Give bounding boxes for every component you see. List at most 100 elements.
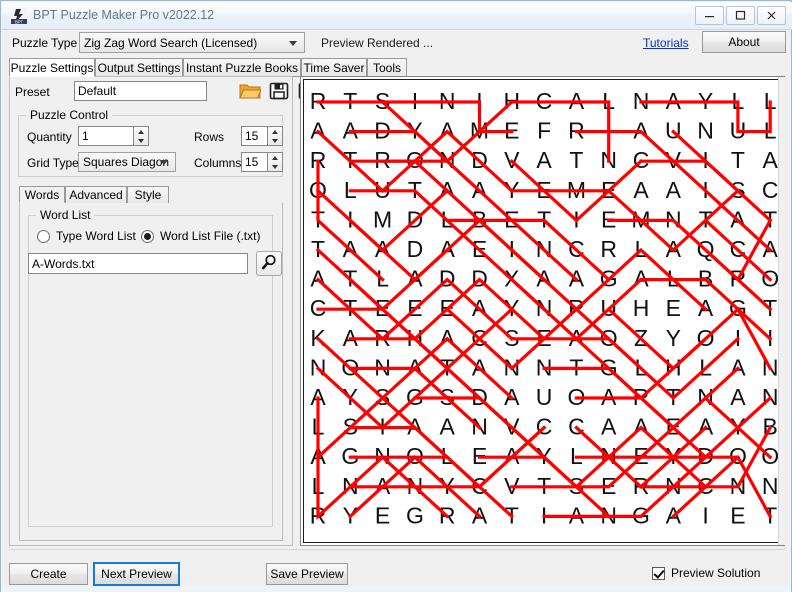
preview-status-text: Preview Rendered ... (321, 36, 433, 50)
about-button[interactable]: About (702, 31, 786, 53)
quantity-value[interactable]: 1 (78, 126, 133, 146)
grid-type-select[interactable]: Squares Diagon (78, 152, 176, 172)
grid-letter: E (666, 295, 681, 321)
columns-label: Columns (194, 156, 241, 170)
columns-value[interactable]: 15 (241, 152, 267, 172)
rows-label: Rows (194, 130, 224, 144)
application-window: BPT BPT Puzzle Maker Pro v2022.12 Puzzle… (0, 0, 792, 592)
columns-stepper[interactable]: 15 (241, 152, 283, 172)
preview-solution-checkbox[interactable]: Preview Solution (652, 566, 760, 580)
puzzle-type-value: Zig Zag Word Search (Licensed) (84, 36, 257, 50)
app-icon: BPT (11, 8, 27, 24)
grid-type-label: Grid Type (27, 156, 79, 170)
tab-puzzle-settings[interactable]: Puzzle Settings (9, 58, 95, 77)
open-preset-button[interactable] (237, 80, 262, 104)
word-search-grid: RTSINIHCALNAYLLAADYAMEFRIAUNULRTRONDVATN… (304, 80, 781, 542)
grid-letter: N (697, 118, 714, 144)
grid-letter: H (633, 295, 650, 321)
status-bar (1, 586, 791, 592)
quantity-spin-buttons[interactable] (133, 126, 149, 146)
puzzle-type-label: Puzzle Type (12, 36, 77, 50)
word-list-file-input[interactable]: A-Words.txt (28, 253, 248, 274)
close-button[interactable] (757, 6, 786, 25)
rows-increment-icon[interactable] (268, 127, 282, 136)
grid-letter: T (569, 147, 583, 173)
grid-letter: A (440, 414, 456, 440)
columns-decrement-icon[interactable] (268, 162, 282, 171)
columns-increment-icon[interactable] (268, 153, 282, 162)
subtab-advanced[interactable]: Advanced (65, 186, 127, 203)
grid-type-value: Squares Diagon (83, 155, 169, 169)
preset-value: Default (78, 84, 116, 98)
grid-letter: E (375, 502, 390, 528)
columns-spin-buttons[interactable] (267, 152, 283, 172)
quantity-label: Quantity (27, 130, 72, 144)
preset-input[interactable]: Default (74, 81, 207, 101)
puzzle-preview-frame[interactable]: RTSINIHCALNAYLLAADYAMEFRIAUNULRTRONDVATN… (300, 76, 785, 546)
preview-vertical-scrollbar[interactable] (778, 77, 785, 545)
svg-text:BPT: BPT (15, 19, 24, 24)
window-title: BPT Puzzle Maker Pro v2022.12 (33, 8, 214, 22)
rows-decrement-icon[interactable] (268, 136, 282, 145)
word-list-group-title: Word List (36, 208, 94, 222)
rows-stepper[interactable]: 15 (241, 126, 283, 146)
main-tab-strip: Puzzle Settings Output Settings Instant … (9, 58, 785, 77)
grid-letter: Y (666, 325, 681, 351)
puzzle-preview-canvas[interactable]: RTSINIHCALNAYLLAADYAMEFRIAUNULRTRONDVATN… (303, 79, 782, 543)
radio-word-list-file-label: Word List File (.txt) (160, 229, 260, 243)
grid-letter: U (536, 384, 553, 410)
word-list-file-value: A-Words.txt (32, 257, 94, 271)
grid-letter: G (406, 502, 424, 528)
quantity-decrement-icon[interactable] (134, 136, 148, 145)
rows-value[interactable]: 15 (241, 126, 267, 146)
subtab-words[interactable]: Words (19, 186, 65, 203)
maximize-button[interactable] (726, 6, 755, 25)
grid-letter: A (666, 177, 682, 203)
tutorials-link[interactable]: Tutorials (643, 36, 689, 50)
grid-letter: N (762, 473, 779, 499)
radio-word-list-file[interactable]: Word List File (.txt) (141, 229, 260, 243)
grid-letter: A (633, 177, 649, 203)
tab-instant-puzzle-books[interactable]: Instant Puzzle Books (183, 58, 301, 76)
puzzle-control-group-title: Puzzle Control (26, 108, 112, 122)
create-button[interactable]: Create (9, 563, 88, 585)
puzzle-type-select[interactable]: Zig Zag Word Search (Licensed) (79, 32, 305, 53)
grid-letter: A (763, 147, 779, 173)
radio-type-word-list[interactable]: Type Word List (37, 229, 136, 243)
radio-checked-icon[interactable] (141, 230, 154, 243)
radio-unchecked-icon[interactable] (37, 230, 50, 243)
checkbox-checked-icon[interactable] (652, 567, 665, 580)
grid-letter: R (600, 236, 617, 262)
subtab-style[interactable]: Style (127, 186, 169, 203)
open-folder-icon (239, 81, 261, 104)
title-bar: BPT BPT Puzzle Maker Pro v2022.12 (2, 2, 792, 30)
magnifier-icon (261, 254, 278, 274)
grid-letter: A (536, 147, 552, 173)
puzzle-type-row: Puzzle Type Zig Zag Word Search (License… (1, 30, 791, 56)
tab-output-settings[interactable]: Output Settings (95, 58, 183, 76)
grid-letter: A (601, 414, 617, 440)
words-tab-strip: Words Advanced Style (19, 186, 283, 204)
chevron-down-icon (160, 160, 168, 165)
save-preview-button[interactable]: Save Preview (266, 563, 348, 585)
quantity-stepper[interactable]: 1 (78, 126, 149, 146)
tab-tools[interactable]: Tools (367, 58, 407, 76)
word-search-grid-svg: RTSINIHCALNAYLLAADYAMEFRIAUNULRTRONDVATN… (304, 80, 782, 543)
save-preset-button[interactable] (266, 80, 291, 104)
browse-word-list-button[interactable] (256, 251, 282, 276)
grid-letter: A (730, 384, 746, 410)
grid-letter: E (730, 502, 745, 528)
grid-letter: M (373, 206, 392, 232)
preset-label: Preset (15, 85, 50, 99)
grid-letter: D (407, 236, 424, 262)
save-disk-icon (269, 81, 289, 104)
window-controls (695, 6, 786, 25)
grid-letter: F (537, 118, 551, 144)
next-preview-button[interactable]: Next Preview (93, 562, 180, 586)
minimize-button[interactable] (695, 6, 724, 25)
quantity-increment-icon[interactable] (134, 127, 148, 136)
grid-letter: T (731, 147, 745, 173)
tab-time-saver[interactable]: Time Saver (301, 58, 367, 76)
preview-solution-label: Preview Solution (671, 566, 760, 580)
rows-spin-buttons[interactable] (267, 126, 283, 146)
